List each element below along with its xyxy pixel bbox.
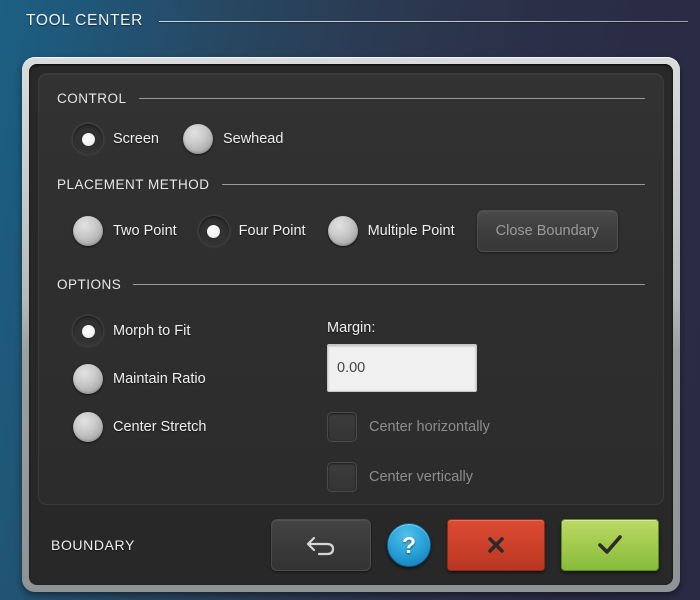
section-header-options: OPTIONS <box>57 274 645 294</box>
margin-label: Margin: <box>327 320 376 336</box>
checkbox-row-center-horizontally[interactable]: Center horizontally <box>327 412 645 442</box>
title-divider <box>159 20 688 22</box>
section-divider-control <box>138 97 645 99</box>
radio-option-center-stretch[interactable]: Center Stretch <box>73 412 207 442</box>
confirm-button[interactable] <box>561 519 659 571</box>
section-divider-placement <box>221 183 645 185</box>
page-title: TOOL CENTER <box>26 12 144 29</box>
settings-content-panel: CONTROL Screen Sewhead PLACEMENT METHOD <box>38 73 664 505</box>
checkbox-label-center-horizontally: Center horizontally <box>369 419 490 435</box>
section-title-options: OPTIONS <box>57 276 122 292</box>
section-title-placement: PLACEMENT METHOD <box>57 176 210 192</box>
radio-indicator-multiple-point[interactable] <box>327 216 358 246</box>
options-row-maintain-ratio: Maintain Ratio <box>57 364 319 394</box>
radio-label-sewhead: Sewhead <box>222 131 284 147</box>
radio-label-two-point: Two Point <box>113 223 177 239</box>
radio-option-sewhead[interactable]: Sewhead <box>182 124 284 154</box>
radio-label-screen: Screen <box>113 131 159 147</box>
boundary-label: BOUNDARY <box>51 537 135 553</box>
checkbox-row-center-vertically[interactable]: Center vertically <box>327 462 645 492</box>
radio-option-morph-to-fit[interactable]: Morph to Fit <box>73 316 190 346</box>
checkbox-center-vertically[interactable] <box>327 462 357 492</box>
options-row-morph: Morph to Fit <box>57 316 319 346</box>
margin-input[interactable] <box>327 344 477 392</box>
radio-indicator-four-point[interactable] <box>198 216 229 246</box>
control-radio-group: Screen Sewhead <box>57 124 645 154</box>
close-boundary-button[interactable]: Close Boundary <box>476 210 618 252</box>
radio-label-morph-to-fit: Morph to Fit <box>113 323 191 339</box>
section-title-control: CONTROL <box>57 90 127 106</box>
radio-indicator-morph-to-fit[interactable] <box>73 316 103 346</box>
placement-radio-group: Two Point Four Point Multiple Point Clos… <box>57 210 645 252</box>
options-radio-group: Morph to Fit Maintain Ratio Center Stret… <box>57 298 319 492</box>
section-header-control: CONTROL <box>57 88 645 108</box>
dialog-frame: CONTROL Screen Sewhead PLACEMENT METHOD <box>22 57 680 592</box>
options-row-center-stretch: Center Stretch <box>57 412 319 442</box>
radio-option-two-point[interactable]: Two Point <box>73 216 177 246</box>
undo-button[interactable] <box>271 519 371 571</box>
cancel-button[interactable] <box>447 519 545 571</box>
margin-settings: Margin: Center horizontally Center verti… <box>319 298 645 492</box>
help-button[interactable]: ? <box>387 523 431 567</box>
radio-label-four-point: Four Point <box>238 223 306 239</box>
checkmark-icon <box>598 535 622 554</box>
radio-label-center-stretch: Center Stretch <box>113 419 207 435</box>
undo-arrow-icon <box>306 536 335 556</box>
checkbox-center-horizontally[interactable] <box>327 412 357 442</box>
radio-option-four-point[interactable]: Four Point <box>198 216 306 246</box>
question-mark-icon: ? <box>401 531 417 558</box>
radio-indicator-sewhead[interactable] <box>182 124 213 154</box>
radio-option-maintain-ratio[interactable]: Maintain Ratio <box>73 364 206 394</box>
radio-indicator-center-stretch[interactable] <box>73 412 103 442</box>
options-body: Morph to Fit Maintain Ratio Center Stret… <box>57 298 645 492</box>
dialog-panel: CONTROL Screen Sewhead PLACEMENT METHOD <box>29 64 673 585</box>
cross-icon <box>488 537 504 553</box>
radio-option-multiple-point[interactable]: Multiple Point <box>327 216 455 246</box>
radio-label-multiple-point: Multiple Point <box>367 223 455 239</box>
radio-indicator-maintain-ratio[interactable] <box>73 364 103 394</box>
checkbox-label-center-vertically: Center vertically <box>369 469 473 485</box>
section-divider-options <box>133 283 645 285</box>
radio-label-maintain-ratio: Maintain Ratio <box>113 371 206 387</box>
radio-option-screen[interactable]: Screen <box>73 124 159 154</box>
section-header-placement: PLACEMENT METHOD <box>57 174 645 194</box>
radio-indicator-two-point[interactable] <box>73 216 103 246</box>
window-title-bar: TOOL CENTER <box>0 0 700 42</box>
radio-indicator-screen[interactable] <box>73 124 103 154</box>
dialog-footer: BOUNDARY ? <box>29 505 673 585</box>
